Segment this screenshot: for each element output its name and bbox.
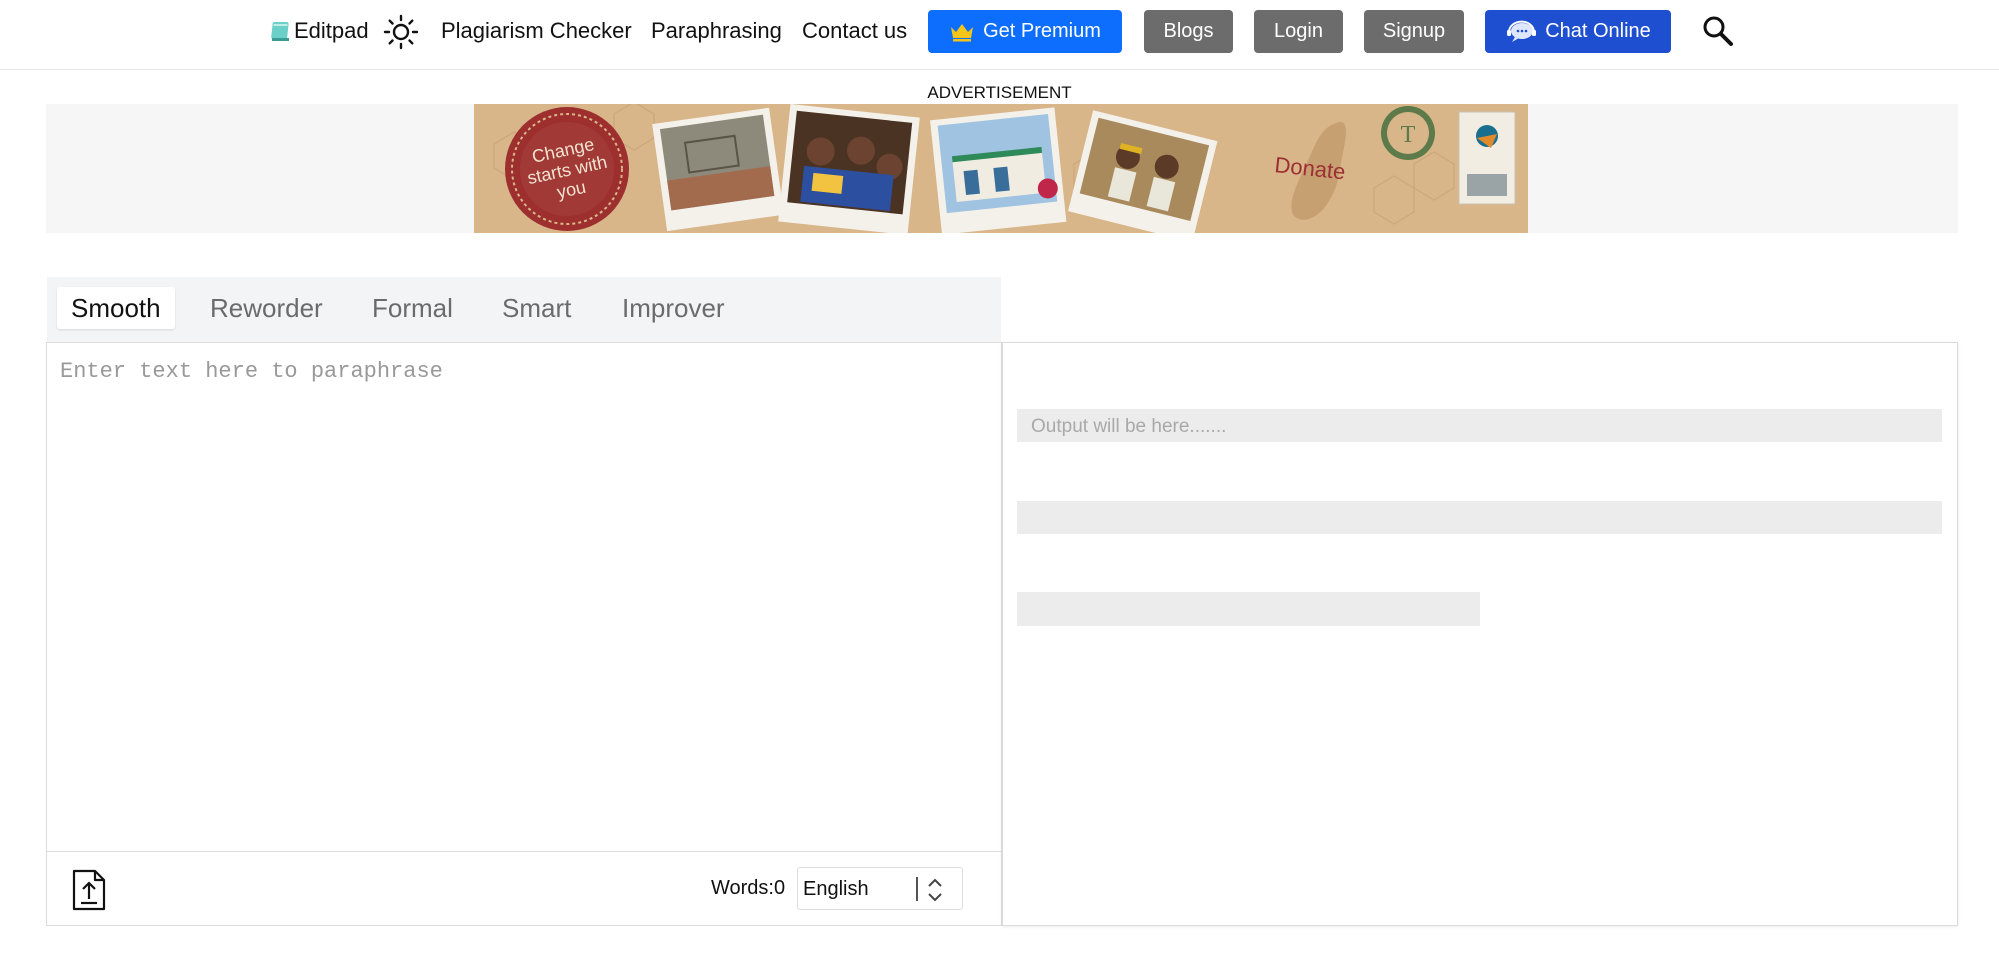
output-skeleton-line: [1017, 592, 1480, 626]
login-button[interactable]: Login: [1254, 10, 1343, 53]
blogs-button[interactable]: Blogs: [1144, 10, 1233, 53]
theme-toggle-button[interactable]: [383, 14, 419, 50]
output-skeleton-line: [1017, 501, 1942, 534]
top-navbar: Editpad Plagiarism Checker Paraphrasing …: [0, 0, 1999, 70]
mode-tabs: Smooth Reworder Formal Smart Improver: [47, 277, 1001, 342]
signup-button[interactable]: Signup: [1364, 10, 1464, 53]
chat-online-button[interactable]: Chat Online: [1485, 10, 1671, 53]
input-footer: Words:0 English: [47, 851, 1001, 925]
change-starts-with-you-stamp: Change starts with you: [505, 107, 629, 231]
nav-contact-us[interactable]: Contact us: [802, 16, 907, 46]
chat-online-label: Chat Online: [1545, 20, 1651, 42]
brand-link[interactable]: Editpad: [270, 16, 369, 46]
upload-file-button[interactable]: [70, 868, 108, 912]
ad-banner-artwork: Change starts with you Donate T: [474, 104, 1528, 233]
svg-text:T: T: [1401, 122, 1416, 148]
advertisement-label: ADVERTISEMENT: [927, 83, 1072, 102]
nav-paraphrasing[interactable]: Paraphrasing: [651, 16, 782, 46]
tab-reworder[interactable]: Reworder: [196, 287, 337, 329]
language-value: English: [803, 878, 869, 900]
search-icon: [1703, 16, 1733, 46]
paraphrase-input[interactable]: [47, 343, 1001, 851]
word-count: Words:0: [711, 877, 786, 899]
nav-plagiarism-checker[interactable]: Plagiarism Checker: [441, 16, 632, 46]
notebook-icon: [270, 20, 292, 42]
output-skeleton-line: Output will be here.......: [1017, 409, 1942, 442]
brand-name: Editpad: [294, 18, 369, 43]
chat-headset-icon: [1505, 20, 1537, 44]
tab-improver[interactable]: Improver: [608, 287, 739, 329]
sun-icon: [383, 14, 419, 50]
language-select-divider: [916, 877, 918, 901]
chevron-up-down-icon: [928, 878, 942, 902]
get-premium-button[interactable]: Get Premium: [928, 10, 1122, 53]
advertisement-banner[interactable]: Change starts with you Donate T: [474, 104, 1528, 233]
output-placeholder: Output will be here.......: [1031, 416, 1227, 437]
file-upload-icon: [72, 869, 106, 911]
tab-smart[interactable]: Smart: [488, 287, 585, 329]
search-button[interactable]: [1700, 13, 1736, 49]
language-select[interactable]: English: [797, 867, 963, 910]
input-panel: Words:0 English: [46, 342, 1002, 926]
tab-smooth[interactable]: Smooth: [57, 287, 175, 329]
tab-formal[interactable]: Formal: [358, 287, 467, 329]
output-panel: Output will be here.......: [1002, 342, 1958, 926]
get-premium-label: Get Premium: [983, 20, 1101, 42]
crown-icon: [949, 22, 975, 42]
